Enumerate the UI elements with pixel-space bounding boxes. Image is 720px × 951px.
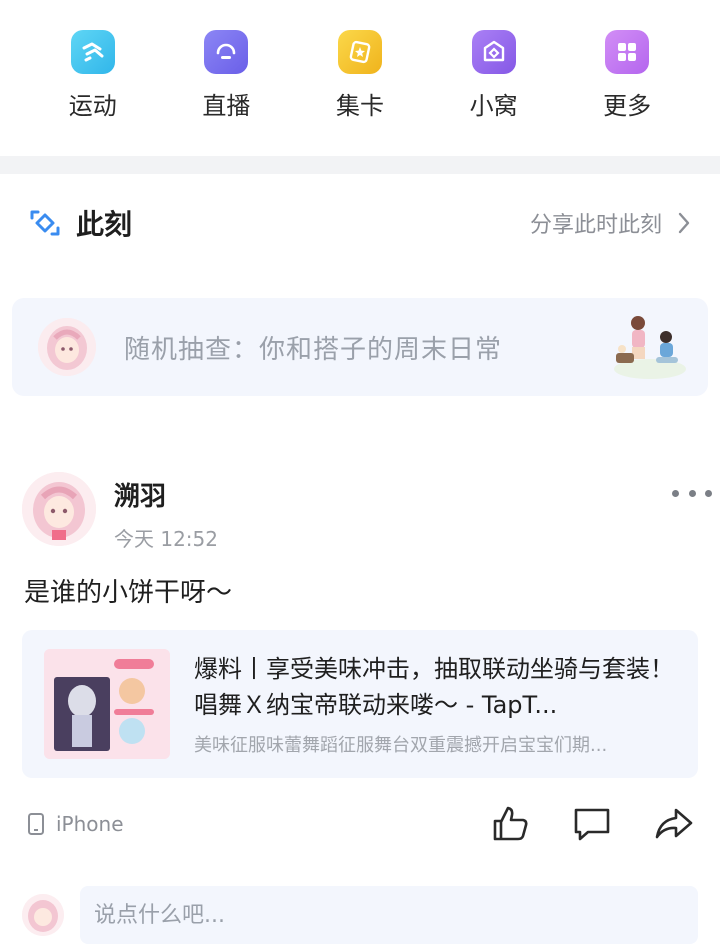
chevron-right-icon xyxy=(678,212,690,234)
nav-label-home: 小窝 xyxy=(469,92,518,120)
share-moment-label: 分享此时此刻 xyxy=(529,213,662,238)
quick-nav: 运动 直播 集卡 小窝 更多 xyxy=(0,0,720,156)
more-options-icon[interactable] xyxy=(672,478,712,508)
nav-label-live: 直播 xyxy=(202,92,251,120)
phone-icon xyxy=(28,813,44,835)
prompt-avatar xyxy=(38,318,96,376)
card-collect-icon xyxy=(337,30,382,74)
moment-header: 此刻 分享此时此刻 xyxy=(0,196,720,250)
share-moment-link[interactable]: 分享此时此刻 xyxy=(530,207,692,239)
share-icon xyxy=(655,808,693,839)
post-content: 是谁的小饼干呀～ xyxy=(24,578,233,608)
section-divider xyxy=(0,156,720,174)
comment-bar xyxy=(0,884,720,946)
sport-icon xyxy=(70,30,115,74)
nav-label-sport: 运动 xyxy=(68,92,117,120)
device-info: iPhone xyxy=(26,812,450,836)
post-timestamp: 今天 12:52 xyxy=(114,527,218,551)
nav-label-card-collect: 集卡 xyxy=(335,92,384,120)
thumbs-up-icon xyxy=(493,806,528,841)
random-prompt-card[interactable]: 随机抽查：你和搭子的周末日常 xyxy=(12,298,708,396)
post-header: 溯羽 今天 12:52 xyxy=(22,472,712,551)
comment-avatar xyxy=(22,894,64,936)
comment-button[interactable] xyxy=(570,802,614,846)
prompt-text: 随机抽查：你和搭子的周末日常 xyxy=(124,334,503,365)
nav-item-card-collect[interactable]: 集卡 xyxy=(300,0,420,156)
grid-icon xyxy=(605,30,650,74)
avatar[interactable] xyxy=(22,472,96,546)
device-label: iPhone xyxy=(56,812,124,836)
home-icon xyxy=(471,30,516,74)
share-button[interactable] xyxy=(652,802,696,846)
nav-item-live[interactable]: 直播 xyxy=(166,0,286,156)
post-footer: iPhone xyxy=(0,796,720,852)
friends-illustration xyxy=(614,316,686,379)
link-title: 爆料丨享受美味冲击，抽取联动坐骑与套装！唱舞Ｘ纳宝帝联动来喽～ - TapT..… xyxy=(194,655,674,719)
nav-label-more: 更多 xyxy=(603,92,652,120)
like-button[interactable] xyxy=(488,802,532,846)
moment-title: 此刻 xyxy=(76,208,133,241)
live-icon xyxy=(204,30,249,74)
link-description: 美味征服味蕾舞蹈征服舞台双重震撼开启宝宝们期... xyxy=(194,735,608,756)
comment-icon xyxy=(574,808,610,841)
moment-icon xyxy=(30,210,60,236)
link-thumbnail xyxy=(44,649,170,759)
nav-item-home[interactable]: 小窝 xyxy=(434,0,554,156)
nav-item-more[interactable]: 更多 xyxy=(567,0,687,156)
nav-item-sport[interactable]: 运动 xyxy=(33,0,153,156)
author-name[interactable]: 溯羽 xyxy=(114,476,672,513)
shared-link-card[interactable]: 爆料丨享受美味冲击，抽取联动坐骑与套装！唱舞Ｘ纳宝帝联动来喽～ - TapT..… xyxy=(22,630,698,778)
comment-input[interactable] xyxy=(80,886,698,944)
